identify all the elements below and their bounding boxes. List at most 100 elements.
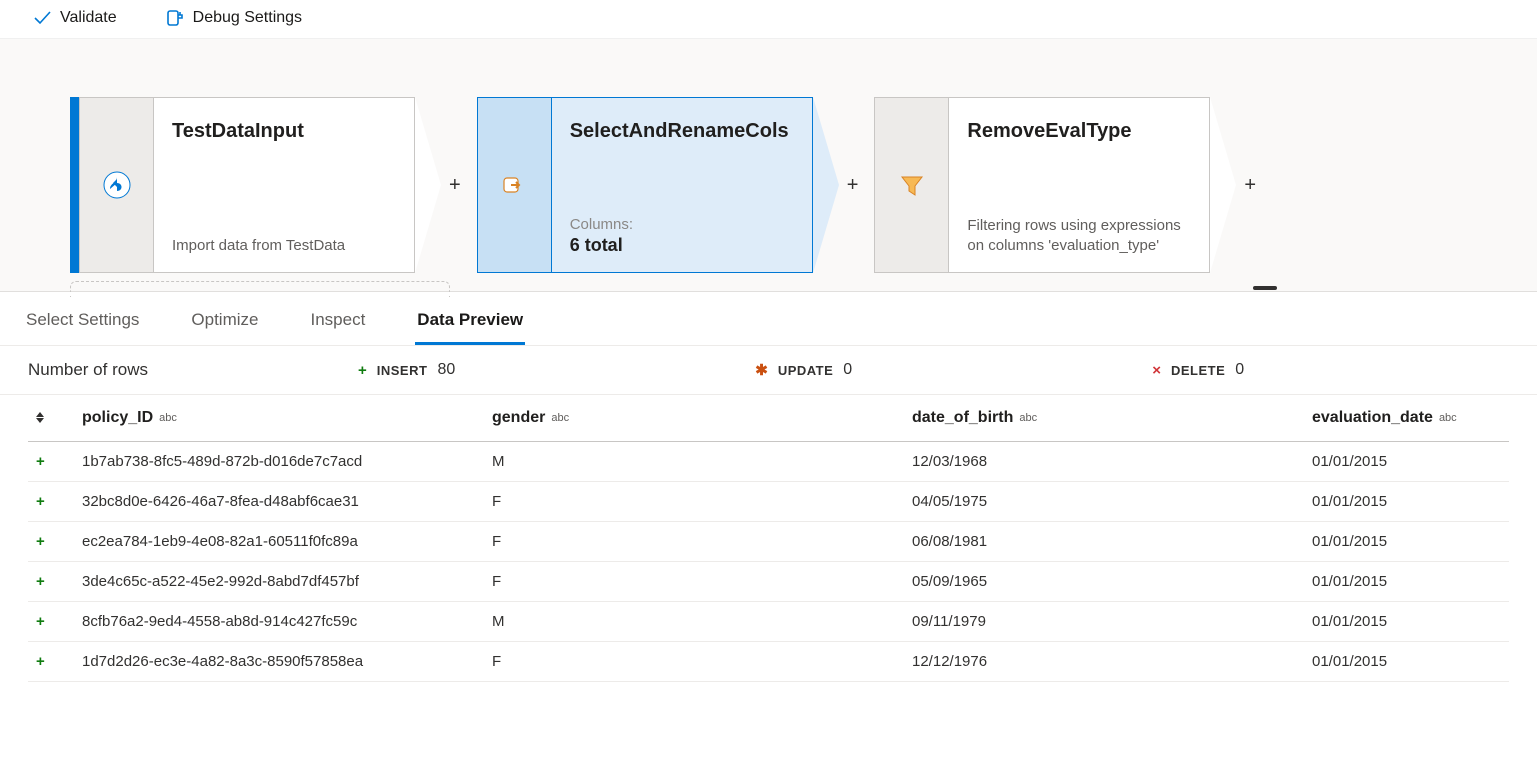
stat-insert: + INSERT 80 (358, 361, 455, 379)
stat-delete-value: 0 (1235, 361, 1244, 379)
table-row[interactable]: +3de4c65c-a522-45e2-992d-8abd7df457bfF05… (28, 562, 1509, 602)
row-insert-badge: + (28, 482, 74, 522)
panel-splitter[interactable] (0, 292, 1537, 296)
cell-dob: 12/12/1976 (904, 642, 1304, 682)
table-header-row: policy_IDabc genderabc date_of_birthabc … (28, 395, 1509, 442)
cell-gender: F (484, 642, 904, 682)
col-eval-date-type: abc (1439, 412, 1457, 424)
node-filter-arrow (1210, 97, 1236, 273)
stat-update: ✱ UPDATE 0 (755, 361, 852, 379)
stat-update-value: 0 (843, 361, 852, 379)
debug-settings-icon (165, 8, 185, 28)
cell-gender: F (484, 562, 904, 602)
cell-dob: 06/08/1981 (904, 522, 1304, 562)
debug-settings-button[interactable]: Debug Settings (165, 8, 302, 28)
cell-dob: 09/11/1979 (904, 602, 1304, 642)
col-gender-name: gender (492, 409, 545, 426)
node-source-desc: Import data from TestData (172, 236, 396, 256)
asterisk-icon: ✱ (755, 361, 768, 379)
col-gender[interactable]: gender abc (484, 395, 904, 442)
add-after-select-button[interactable]: + (841, 174, 865, 197)
col-dob[interactable]: date_of_birth abc (904, 395, 1304, 442)
table-row[interactable]: +1b7ab738-8fc5-489d-872b-d016de7c7acdM12… (28, 442, 1509, 482)
node-select-rename-cols[interactable]: SelectAndRenameCols Columns: 6 total (477, 97, 813, 273)
tab-optimize[interactable]: Optimize (189, 310, 260, 345)
cell-eval-date: 01/01/2015 (1304, 522, 1509, 562)
cell-dob: 04/05/1975 (904, 482, 1304, 522)
stat-delete-name: DELETE (1171, 363, 1225, 378)
rows-label: Number of rows (28, 360, 358, 380)
cell-policy-id: 8cfb76a2-9ed4-4558-ab8d-914c427fc59c (74, 602, 484, 642)
node-filter-title: RemoveEvalType (967, 120, 1191, 143)
node-source-title: TestDataInput (172, 120, 396, 143)
node-select-sub-value: 6 total (570, 235, 794, 256)
sort-icon (36, 412, 44, 423)
row-insert-badge: + (28, 522, 74, 562)
cell-eval-date: 01/01/2015 (1304, 482, 1509, 522)
col-eval-date[interactable]: evaluation_date abc (1304, 395, 1509, 442)
node-remove-eval-type[interactable]: RemoveEvalType Filtering rows using expr… (874, 97, 1210, 273)
col-eval-date-name: evaluation_date (1312, 409, 1433, 426)
dataflow-canvas[interactable]: TestDataInput Import data from TestData … (0, 39, 1537, 292)
plus-icon: + (358, 362, 367, 379)
cell-gender: M (484, 442, 904, 482)
cell-gender: M (484, 602, 904, 642)
add-after-filter-button[interactable]: + (1238, 174, 1262, 197)
col-policy-id-name: policy_ID (82, 409, 153, 426)
row-insert-badge: + (28, 562, 74, 602)
select-icon (478, 98, 552, 272)
tab-select-settings[interactable]: Select Settings (24, 310, 141, 345)
debug-settings-label: Debug Settings (193, 9, 302, 27)
validate-label: Validate (60, 9, 117, 27)
col-policy-id-type: abc (159, 412, 177, 424)
checkmark-icon (32, 8, 52, 28)
stat-delete: × DELETE 0 (1152, 361, 1244, 379)
col-sort[interactable] (28, 395, 74, 442)
col-policy-id[interactable]: policy_ID abc (74, 395, 484, 442)
detail-tabs: Select Settings Optimize Inspect Data Pr… (0, 296, 1537, 346)
cell-eval-date: 01/01/2015 (1304, 442, 1509, 482)
preview-table: policy_IDabc genderabc date_of_birthabc … (28, 395, 1509, 682)
add-after-source-button[interactable]: + (443, 174, 467, 197)
col-dob-name: date_of_birth (912, 409, 1013, 426)
cell-policy-id: 1d7d2d26-ec3e-4a82-8a3c-8590f57858ea (74, 642, 484, 682)
table-row[interactable]: +ec2ea784-1eb9-4e08-82a1-60511f0fc89aF06… (28, 522, 1509, 562)
cell-eval-date: 01/01/2015 (1304, 642, 1509, 682)
node-select-arrow (813, 97, 839, 273)
x-icon: × (1152, 362, 1161, 379)
cell-policy-id: 3de4c65c-a522-45e2-992d-8abd7df457bf (74, 562, 484, 602)
table-row[interactable]: +8cfb76a2-9ed4-4558-ab8d-914c427fc59cM09… (28, 602, 1509, 642)
source-accent-bar (70, 97, 79, 273)
cell-eval-date: 01/01/2015 (1304, 602, 1509, 642)
col-dob-type: abc (1019, 412, 1037, 424)
tab-data-preview[interactable]: Data Preview (415, 310, 525, 345)
node-source-arrow (415, 97, 441, 273)
cell-dob: 05/09/1965 (904, 562, 1304, 602)
node-filter-group: RemoveEvalType Filtering rows using expr… (874, 97, 1262, 273)
node-select-sub-label: Columns: (570, 216, 794, 233)
row-insert-badge: + (28, 442, 74, 482)
cell-gender: F (484, 522, 904, 562)
stat-insert-name: INSERT (377, 363, 428, 378)
table-row[interactable]: +32bc8d0e-6426-46a7-8fea-d48abf6cae31F04… (28, 482, 1509, 522)
stat-update-name: UPDATE (778, 363, 833, 378)
row-insert-badge: + (28, 602, 74, 642)
tab-inspect[interactable]: Inspect (308, 310, 367, 345)
cell-policy-id: 32bc8d0e-6426-46a7-8fea-d48abf6cae31 (74, 482, 484, 522)
cell-eval-date: 01/01/2015 (1304, 562, 1509, 602)
source-icon (80, 98, 154, 272)
filter-icon (875, 98, 949, 272)
validate-button[interactable]: Validate (32, 8, 117, 28)
node-source-group: TestDataInput Import data from TestData … (70, 97, 467, 273)
node-filter-desc: Filtering rows using expressions on colu… (967, 216, 1191, 257)
cell-gender: F (484, 482, 904, 522)
stat-insert-value: 80 (437, 361, 455, 379)
node-test-data-input[interactable]: TestDataInput Import data from TestData (79, 97, 415, 273)
col-gender-type: abc (551, 412, 569, 424)
preview-stats: Number of rows + INSERT 80 ✱ UPDATE 0 × … (0, 346, 1537, 395)
cell-dob: 12/03/1968 (904, 442, 1304, 482)
cell-policy-id: 1b7ab738-8fc5-489d-872b-d016de7c7acd (74, 442, 484, 482)
node-select-group: SelectAndRenameCols Columns: 6 total + (477, 97, 865, 273)
row-insert-badge: + (28, 642, 74, 682)
table-row[interactable]: +1d7d2d26-ec3e-4a82-8a3c-8590f57858eaF12… (28, 642, 1509, 682)
